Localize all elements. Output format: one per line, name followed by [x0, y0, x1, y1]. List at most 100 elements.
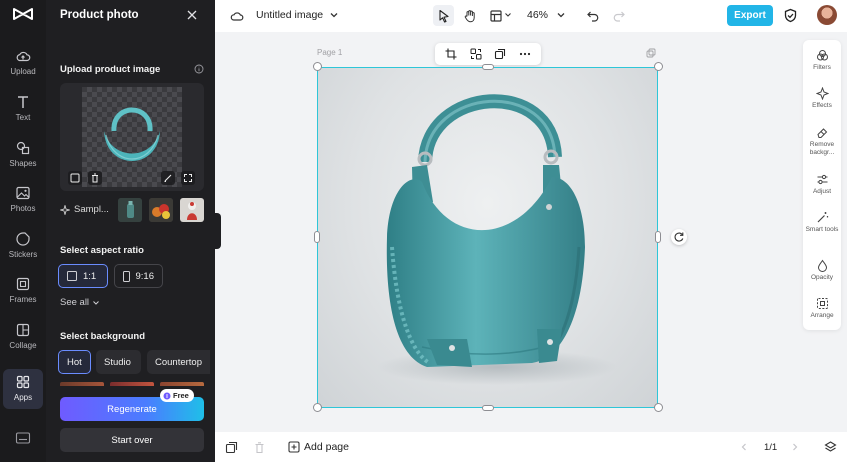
bg-preview-strip: [60, 382, 104, 386]
layers-icon[interactable]: [824, 440, 837, 453]
tool-arrange[interactable]: Arrange: [803, 297, 841, 320]
crop-icon[interactable]: [445, 48, 457, 60]
rail-label: Text: [15, 113, 31, 122]
tool-label: Arrange: [810, 312, 834, 319]
resize-handle-right[interactable]: [655, 231, 661, 243]
undo-icon[interactable]: [586, 9, 600, 23]
frame-icon: [16, 277, 30, 291]
keyboard-icon[interactable]: [15, 431, 31, 445]
sample-thumb-3[interactable]: [180, 198, 204, 222]
tool-adjust[interactable]: Adjust: [803, 173, 841, 196]
resize-handle-bottom[interactable]: [482, 405, 494, 411]
tool-label: Opacity: [810, 274, 834, 281]
background-title: Select background: [60, 331, 145, 342]
photo-icon: [16, 186, 30, 200]
rotate-icon: [674, 232, 684, 242]
hand-icon[interactable]: [463, 9, 477, 23]
cursor-icon[interactable]: [437, 9, 451, 23]
add-page-button[interactable]: Add page: [288, 441, 349, 453]
magic-wand-icon: [817, 212, 828, 223]
replace-icon[interactable]: [68, 171, 82, 185]
duplicate-icon[interactable]: [225, 441, 238, 454]
sliders-icon: [817, 174, 827, 185]
copy-icon[interactable]: [494, 48, 506, 60]
rail-apps[interactable]: Apps: [3, 369, 43, 409]
tool-smart-tools[interactable]: Smart tools: [803, 211, 841, 234]
ratio-label: 9:16: [135, 270, 155, 282]
chevron-down-icon[interactable]: [329, 10, 339, 20]
tool-filters[interactable]: Filters: [803, 49, 841, 72]
chevron-down-icon[interactable]: [504, 11, 512, 19]
trash-icon[interactable]: [88, 171, 102, 185]
rail-label: Stickers: [8, 250, 38, 259]
chevron-right-icon[interactable]: [790, 442, 800, 452]
resize-handle-top[interactable]: [482, 64, 494, 70]
uploaded-image-box[interactable]: [60, 83, 204, 191]
tool-effects[interactable]: Effects: [803, 87, 841, 110]
rail-label: Photos: [10, 204, 36, 213]
top-bar: Untitled image 46% Export: [215, 0, 847, 32]
capcut-logo-icon[interactable]: [12, 5, 34, 23]
drop-icon: [817, 259, 827, 272]
sticker-icon: [16, 232, 30, 246]
sample-label[interactable]: Sampl...: [60, 204, 109, 215]
sample-label-text: Sampl...: [74, 204, 109, 215]
page-label: Page 1: [317, 48, 343, 57]
rail-photos[interactable]: Photos: [3, 185, 43, 225]
export-label: Export: [734, 10, 766, 21]
rail-text[interactable]: Text: [3, 94, 43, 134]
layout-icon[interactable]: [489, 9, 503, 23]
expand-icon[interactable]: [181, 171, 195, 185]
rail-upload[interactable]: Upload: [3, 48, 43, 88]
document-title[interactable]: Untitled image: [256, 9, 323, 21]
rail-collage[interactable]: Collage: [3, 322, 43, 362]
tool-remove-background[interactable]: Remove backgr...: [803, 126, 841, 156]
rail-label: Upload: [10, 67, 36, 76]
info-icon[interactable]: [194, 64, 204, 74]
trash-icon[interactable]: [253, 441, 266, 454]
rail-shapes[interactable]: Shapes: [3, 140, 43, 180]
rotate-handle[interactable]: [671, 229, 687, 245]
avatar[interactable]: [817, 5, 837, 25]
rail-stickers[interactable]: Stickers: [3, 231, 43, 271]
shield-icon[interactable]: [783, 8, 798, 23]
bg-label: Countertop: [155, 356, 203, 368]
page-counter: 1/1: [764, 442, 778, 453]
resize-handle-top-left[interactable]: [313, 62, 322, 71]
redo-icon[interactable]: [612, 9, 626, 23]
chevron-left-icon[interactable]: [739, 442, 749, 452]
zoom-level[interactable]: 46%: [527, 9, 548, 21]
coin-icon: [163, 392, 171, 399]
ratio-9-16-button[interactable]: 9:16: [114, 264, 163, 288]
resize-handle-bottom-right[interactable]: [654, 403, 663, 412]
resize-handle-left[interactable]: [314, 231, 320, 243]
panel-title: Product photo: [60, 9, 139, 21]
resize-handle-bottom-left[interactable]: [313, 403, 322, 412]
tool-label: Filters: [813, 64, 831, 71]
ratio-1-1-button[interactable]: 1:1: [58, 264, 108, 288]
export-button[interactable]: Export: [727, 5, 773, 26]
start-over-label: Start over: [111, 434, 153, 446]
portrait-icon: [123, 270, 130, 282]
more-icon[interactable]: [519, 48, 531, 60]
edit-icon[interactable]: [161, 171, 175, 185]
chevron-down-icon[interactable]: [556, 10, 566, 20]
bg-countertop-button[interactable]: Countertop: [147, 350, 210, 374]
start-over-button[interactable]: Start over: [60, 428, 204, 452]
see-all-link[interactable]: See all: [60, 297, 100, 308]
tool-opacity[interactable]: Opacity: [803, 259, 841, 282]
upload-title: Upload product image: [60, 64, 161, 75]
rail-frames[interactable]: Frames: [3, 276, 43, 316]
replace-image-icon[interactable]: [470, 48, 482, 60]
bg-preview-strip: [110, 382, 154, 386]
resize-handle-top-right[interactable]: [654, 62, 663, 71]
sample-thumb-2[interactable]: [149, 198, 173, 222]
right-tools-panel: Filters Effects Remove backgr... Adjust …: [803, 40, 841, 330]
panel-collapse-handle[interactable]: [215, 213, 221, 249]
bg-studio-button[interactable]: Studio: [96, 350, 141, 374]
cloud-icon[interactable]: [230, 9, 244, 23]
sample-thumb-1[interactable]: [118, 198, 142, 222]
close-icon[interactable]: [186, 9, 198, 21]
bg-hot-button[interactable]: Hot: [58, 350, 91, 374]
duplicate-page-icon[interactable]: [646, 48, 656, 58]
